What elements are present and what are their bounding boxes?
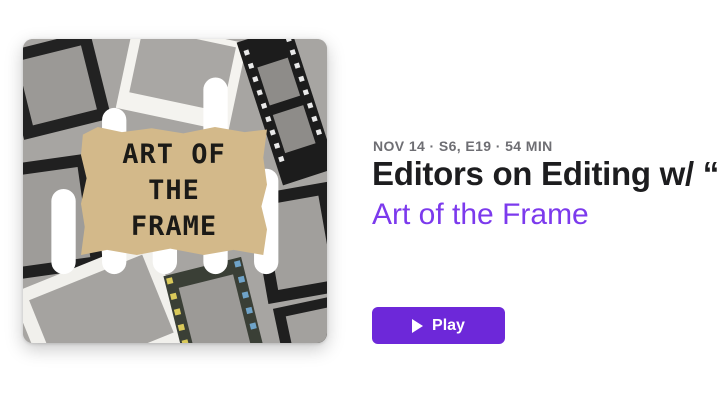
artwork-title-line: THE xyxy=(148,175,200,206)
play-button[interactable]: Play xyxy=(372,307,505,344)
artwork-tape-label: ART OF THE FRAME xyxy=(81,127,267,255)
episode-title: Editors on Editing w/ “P xyxy=(372,155,720,192)
artwork-title-line: ART OF xyxy=(122,139,226,170)
play-icon xyxy=(412,318,424,333)
show-name-link[interactable]: Art of the Frame xyxy=(372,198,589,232)
play-button-label: Play xyxy=(432,316,465,334)
artwork-title-line: FRAME xyxy=(130,211,218,242)
episode-page: ART OF THE FRAME NOV 14 · S6, E19 · 54 M… xyxy=(0,0,720,400)
episode-meta: NOV 14 · S6, E19 · 54 MIN xyxy=(373,138,553,154)
episode-artwork[interactable]: ART OF THE FRAME xyxy=(23,39,327,343)
